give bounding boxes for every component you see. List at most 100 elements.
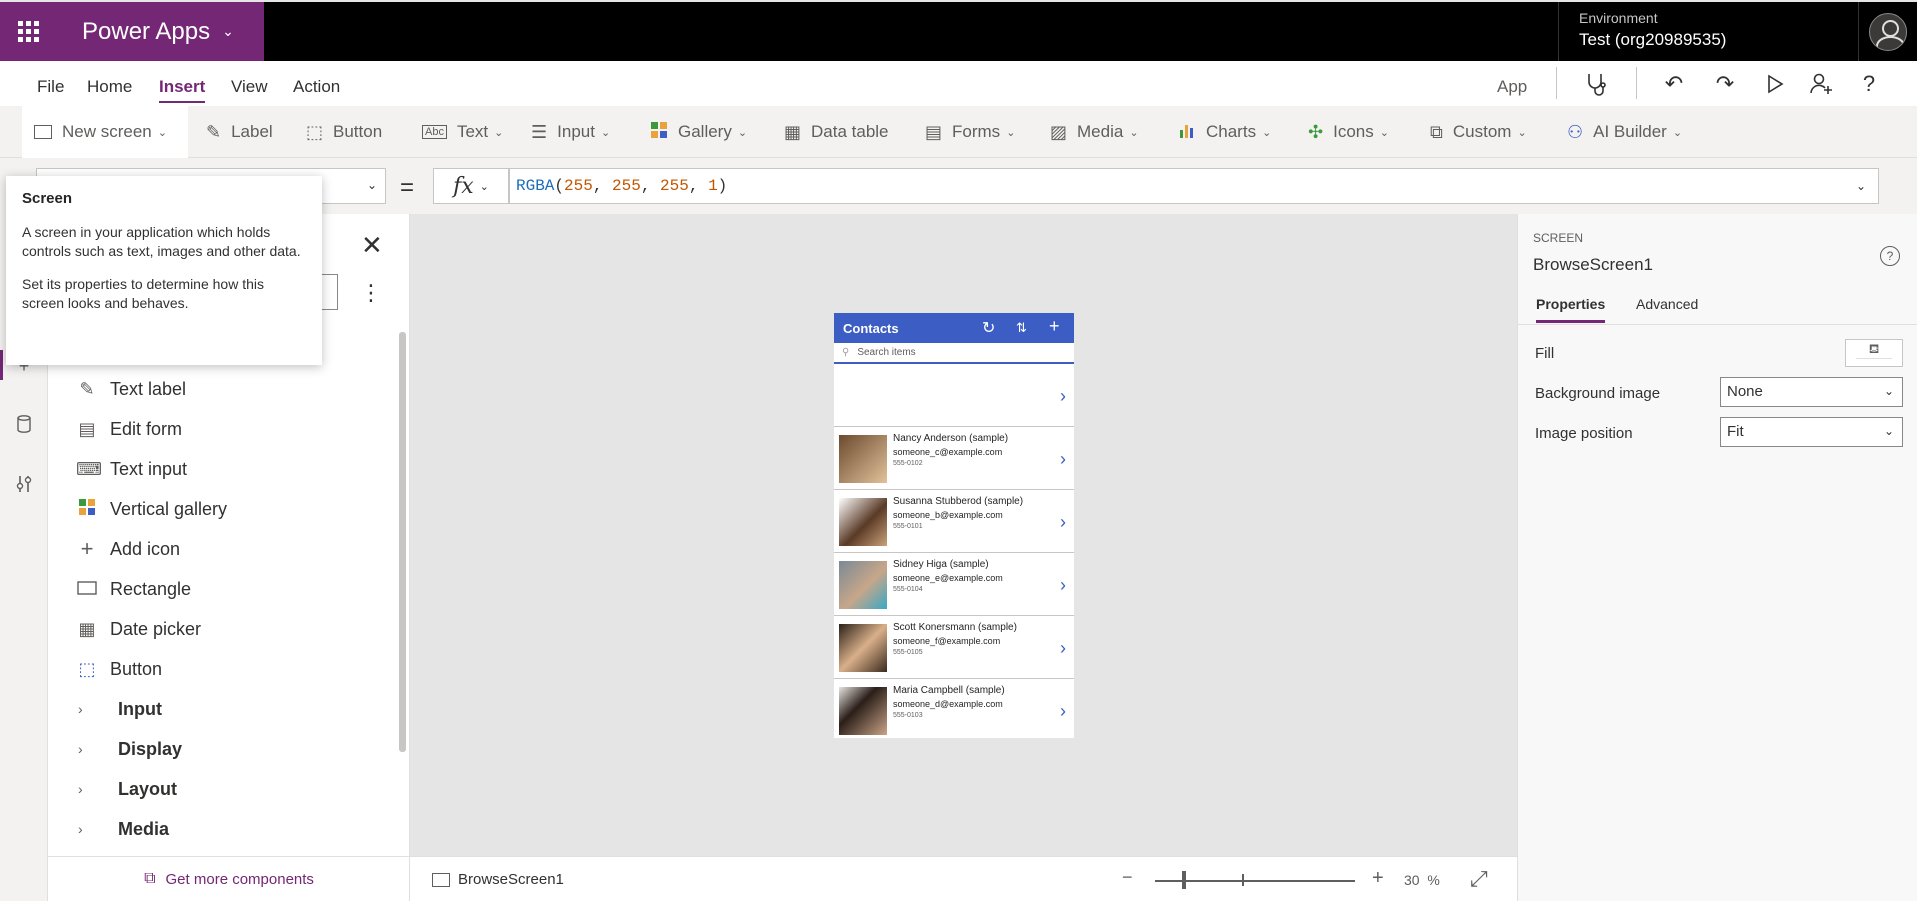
app-checker-icon[interactable]: [1581, 69, 1611, 99]
list-item[interactable]: Scott Konersmann (sample) someone_f@exam…: [834, 616, 1074, 679]
close-icon[interactable]: ✕: [361, 230, 383, 261]
insert-item-date-picker[interactable]: ▦ Date picker: [48, 609, 388, 649]
insert-item-label: Button: [110, 658, 163, 679]
help-icon[interactable]: ?: [1854, 69, 1884, 99]
insert-text-menu[interactable]: Abc Text ⌄: [422, 120, 503, 144]
insert-ai-builder-menu[interactable]: ⚇ AI Builder ⌄: [1567, 120, 1682, 144]
environment-name: Test (org20989535): [1579, 30, 1727, 49]
text-abc-icon: Abc: [422, 125, 447, 139]
insert-media-menu[interactable]: ▨ Media ⌄: [1050, 120, 1139, 144]
zoom-slider-thumb[interactable]: [1182, 871, 1186, 889]
insert-item-add-icon[interactable]: + Add icon: [48, 529, 388, 569]
tab-properties[interactable]: Properties: [1536, 296, 1606, 323]
insert-icons-menu[interactable]: ✣ Icons ⌄: [1308, 120, 1389, 144]
insert-group-media[interactable]: › Media: [48, 809, 388, 849]
fx-function-button[interactable]: fx ⌄: [433, 168, 509, 204]
insert-button-button[interactable]: ⬚ Button: [306, 120, 382, 144]
fit-to-window-icon[interactable]: ⤢: [1470, 866, 1488, 892]
advanced-tools-icon[interactable]: [12, 472, 36, 496]
insert-input-menu[interactable]: ☰ Input ⌄: [531, 120, 610, 144]
contact-photo: [839, 435, 887, 483]
chevron-right-icon: ›: [78, 781, 83, 797]
menu-view[interactable]: View: [231, 77, 268, 97]
zoom-in-button[interactable]: +: [1372, 867, 1384, 890]
menu-file[interactable]: File: [37, 77, 64, 97]
insert-label-text: Label: [231, 122, 273, 141]
list-item[interactable]: Susanna Stubberod (sample) someone_b@exa…: [834, 490, 1074, 553]
get-more-components-link[interactable]: ⧉ Get more components: [48, 856, 410, 901]
insert-gallery-menu[interactable]: Gallery ⌄: [650, 120, 747, 144]
insert-item-text-input[interactable]: ⌨ Text input: [48, 449, 388, 489]
chevron-right-icon: ›: [1060, 638, 1066, 658]
contact-photo: [839, 561, 887, 609]
redo-icon[interactable]: ↷: [1710, 69, 1740, 99]
help-icon[interactable]: ?: [1880, 246, 1900, 266]
list-item[interactable]: ›: [834, 364, 1074, 427]
insert-group-display[interactable]: › Display: [48, 729, 388, 769]
contacts-search[interactable]: ⚲ Search items: [834, 343, 1074, 364]
insert-item-label: Rectangle: [110, 578, 192, 599]
menu-action[interactable]: Action: [293, 77, 340, 97]
app-title-menu[interactable]: Power Apps ⌄: [56, 2, 264, 61]
app-settings-link[interactable]: App: [1497, 77, 1527, 97]
panel-scrollbar[interactable]: [399, 332, 406, 752]
image-position-dropdown[interactable]: Fit ⌄: [1720, 417, 1903, 447]
insert-item-text-label[interactable]: ✎ Text label: [48, 369, 388, 409]
insert-item-label: Date picker: [110, 618, 202, 639]
new-screen-tooltip: Screen A screen in your application whic…: [6, 176, 322, 365]
insert-custom-menu[interactable]: ⧉ Custom ⌄: [1430, 120, 1527, 144]
selected-control-name[interactable]: BrowseScreen1: [1533, 255, 1653, 275]
expand-formula-icon[interactable]: ⌄: [1856, 179, 1866, 193]
new-screen-button[interactable]: New screen ⌄: [22, 106, 188, 158]
chevron-right-icon: ›: [78, 821, 83, 837]
app-screen-preview[interactable]: Contacts ↻ ⇅ + ⚲ Search items › Nancy An…: [834, 313, 1074, 738]
insert-item-vertical-gallery[interactable]: Vertical gallery: [48, 489, 388, 529]
add-icon[interactable]: +: [1049, 316, 1060, 337]
design-canvas[interactable]: Contacts ↻ ⇅ + ⚲ Search items › Nancy An…: [410, 214, 1517, 856]
list-item[interactable]: Sidney Higa (sample) someone_e@example.c…: [834, 553, 1074, 616]
form-icon: ▤: [925, 121, 943, 142]
account-button[interactable]: [1858, 2, 1917, 61]
table-icon: ▦: [784, 121, 802, 142]
database-icon[interactable]: [12, 412, 36, 436]
insert-data-table-button[interactable]: ▦ Data table: [784, 120, 889, 144]
sort-icon[interactable]: ⇅: [1016, 320, 1027, 336]
current-screen-indicator[interactable]: BrowseScreen1: [432, 871, 564, 888]
menu-insert[interactable]: Insert: [159, 77, 206, 103]
list-item[interactable]: Maria Campbell (sample) someone_d@exampl…: [834, 679, 1074, 738]
fill-label: Fill: [1535, 345, 1555, 362]
contact-phone: 555-0105: [893, 649, 923, 656]
tab-advanced[interactable]: Advanced: [1636, 296, 1698, 312]
background-image-dropdown[interactable]: None ⌄: [1720, 377, 1903, 407]
chevron-down-icon: ⌄: [366, 178, 377, 192]
undo-icon[interactable]: ↶: [1659, 69, 1689, 99]
formula-input[interactable]: RGBA(255, 255, 255, 1) ⌄: [509, 168, 1879, 204]
environment-picker[interactable]: Environment Test (org20989535): [1558, 2, 1848, 61]
insert-label-button[interactable]: ✎ Label: [206, 120, 273, 144]
insert-group-input[interactable]: › Input: [48, 689, 388, 729]
zoom-out-button[interactable]: −: [1122, 867, 1133, 888]
insert-item-edit-form[interactable]: ▤ Edit form: [48, 409, 388, 449]
contact-phone: 555-0102: [893, 460, 923, 467]
image-position-label: Image position: [1535, 425, 1633, 442]
play-icon[interactable]: [1760, 69, 1790, 99]
fx-icon: fx: [453, 173, 474, 199]
list-item[interactable]: Nancy Anderson (sample) someone_c@exampl…: [834, 427, 1074, 490]
more-options-icon[interactable]: ⋮: [360, 280, 382, 306]
insert-gallery-label: Gallery: [678, 122, 732, 141]
fill-color-picker[interactable]: ⛾: [1845, 339, 1903, 367]
bar-chart-icon: [1178, 121, 1196, 144]
gallery-icon: [76, 498, 98, 521]
insert-item-rectangle[interactable]: Rectangle: [48, 569, 388, 609]
button-cursor-icon: ⬚: [306, 121, 324, 142]
insert-item-button[interactable]: ⬚ Button: [48, 649, 388, 689]
app-launcher-button[interactable]: [0, 2, 56, 61]
insert-group-layout[interactable]: › Layout: [48, 769, 388, 809]
share-user-icon[interactable]: [1806, 69, 1836, 99]
insert-forms-menu[interactable]: ▤ Forms ⌄: [925, 120, 1015, 144]
contact-email: someone_c@example.com: [893, 447, 1003, 457]
menu-home[interactable]: Home: [87, 77, 132, 97]
refresh-icon[interactable]: ↻: [982, 318, 995, 338]
insert-charts-menu[interactable]: Charts ⌄: [1178, 120, 1271, 144]
contacts-header: Contacts ↻ ⇅ +: [834, 313, 1074, 343]
